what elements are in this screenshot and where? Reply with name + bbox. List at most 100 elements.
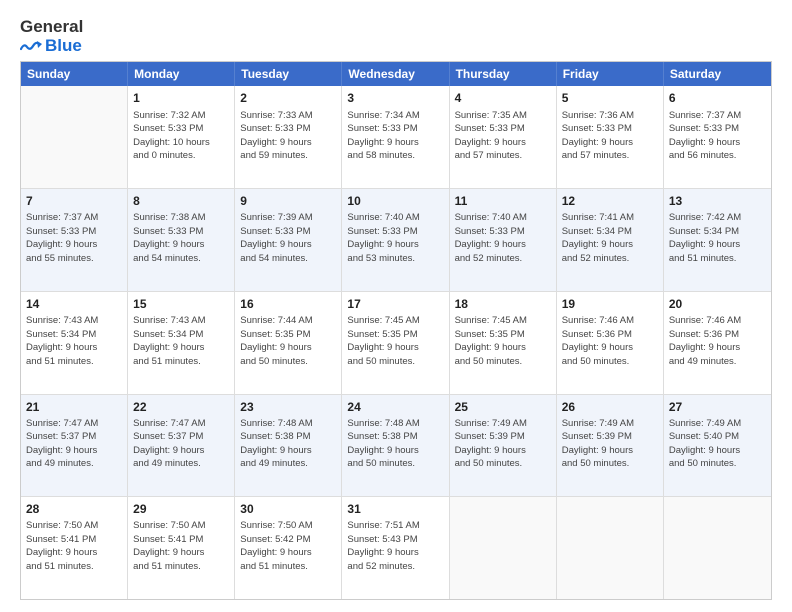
calendar-week-3: 14 Sunrise: 7:43 AM Sunset: 5:34 PM Dayli… [21,291,771,394]
day-info: Sunrise: 7:47 AM Sunset: 5:37 PM Dayligh… [133,418,205,470]
day-info: Sunrise: 7:32 AM Sunset: 5:33 PM Dayligh… [133,110,210,162]
calendar-day-21: 21Sunrise: 7:47 AM Sunset: 5:37 PM Dayli… [21,395,128,497]
calendar-day-16: 16 Sunrise: 7:44 AM Sunset: 5:35 PM Dayli… [235,292,342,394]
day-info: Sunrise: 7:36 AM Sunset: 5:33 PM Dayligh… [562,110,634,162]
day-info: Sunrise: 7:51 AM Sunset: 5:43 PM Dayligh… [347,520,419,572]
day-info: Sunrise: 7:46 AM Sunset: 5:36 PM Dayligh… [562,315,634,367]
day-number: 29 [133,501,229,517]
calendar-day-17: 17 Sunrise: 7:45 AM Sunset: 5:35 PM Dayli… [342,292,449,394]
calendar-day-23: 23Sunrise: 7:48 AM Sunset: 5:38 PM Dayli… [235,395,342,497]
calendar-day-2: 2 Sunrise: 7:33 AM Sunset: 5:33 PM Daylig… [235,86,342,188]
calendar-day-22: 22 Sunrise: 7:47 AM Sunset: 5:37 PM Dayli… [128,395,235,497]
header-day-sunday: Sunday [21,62,128,86]
calendar-empty-cell [450,497,557,599]
day-number: 1 [133,90,229,106]
day-info: Sunrise: 7:40 AM Sunset: 5:33 PM Dayligh… [455,212,527,264]
day-number: 21 [26,399,122,415]
day-number: 4 [455,90,551,106]
calendar-day-5: 5 Sunrise: 7:36 AM Sunset: 5:33 PM Daylig… [557,86,664,188]
day-number: 2 [240,90,336,106]
day-number: 19 [562,296,658,312]
day-number: 9 [240,193,336,209]
calendar-day-24: 24Sunrise: 7:48 AM Sunset: 5:38 PM Dayli… [342,395,449,497]
day-info: Sunrise: 7:33 AM Sunset: 5:33 PM Dayligh… [240,110,312,162]
day-info: Sunrise: 7:40 AM Sunset: 5:33 PM Dayligh… [347,212,419,264]
calendar-header: SundayMondayTuesdayWednesdayThursdayFrid… [21,62,771,86]
calendar-day-18: 18Sunrise: 7:45 AM Sunset: 5:35 PM Dayli… [450,292,557,394]
calendar-day-27: 27 Sunrise: 7:49 AM Sunset: 5:40 PM Dayli… [664,395,771,497]
calendar-day-29: 29 Sunrise: 7:50 AM Sunset: 5:41 PM Dayli… [128,497,235,599]
day-number: 14 [26,296,122,312]
header: General Blue [20,18,772,55]
day-number: 22 [133,399,229,415]
day-info: Sunrise: 7:50 AM Sunset: 5:42 PM Dayligh… [240,520,312,572]
calendar: SundayMondayTuesdayWednesdayThursdayFrid… [20,61,772,600]
calendar-day-14: 14 Sunrise: 7:43 AM Sunset: 5:34 PM Dayli… [21,292,128,394]
day-number: 20 [669,296,766,312]
day-info: Sunrise: 7:50 AM Sunset: 5:41 PM Dayligh… [26,520,98,572]
calendar-week-5: 28 Sunrise: 7:50 AM Sunset: 5:41 PM Dayli… [21,496,771,599]
header-day-thursday: Thursday [450,62,557,86]
day-number: 31 [347,501,443,517]
day-info: Sunrise: 7:45 AM Sunset: 5:35 PM Dayligh… [455,315,527,367]
calendar-day-19: 19 Sunrise: 7:46 AM Sunset: 5:36 PM Dayli… [557,292,664,394]
calendar-day-15: 15Sunrise: 7:43 AM Sunset: 5:34 PM Dayli… [128,292,235,394]
day-number: 28 [26,501,122,517]
calendar-week-2: 7Sunrise: 7:37 AM Sunset: 5:33 PM Daylig… [21,188,771,291]
day-info: Sunrise: 7:48 AM Sunset: 5:38 PM Dayligh… [347,418,419,470]
day-info: Sunrise: 7:50 AM Sunset: 5:41 PM Dayligh… [133,520,205,572]
header-day-tuesday: Tuesday [235,62,342,86]
calendar-day-6: 6 Sunrise: 7:37 AM Sunset: 5:33 PM Daylig… [664,86,771,188]
day-info: Sunrise: 7:35 AM Sunset: 5:33 PM Dayligh… [455,110,527,162]
day-number: 17 [347,296,443,312]
day-info: Sunrise: 7:34 AM Sunset: 5:33 PM Dayligh… [347,110,419,162]
day-number: 10 [347,193,443,209]
day-number: 5 [562,90,658,106]
calendar-day-10: 10 Sunrise: 7:40 AM Sunset: 5:33 PM Dayli… [342,189,449,291]
day-number: 3 [347,90,443,106]
day-number: 27 [669,399,766,415]
day-number: 16 [240,296,336,312]
day-info: Sunrise: 7:38 AM Sunset: 5:33 PM Dayligh… [133,212,205,264]
day-info: Sunrise: 7:45 AM Sunset: 5:35 PM Dayligh… [347,315,419,367]
calendar-day-3: 3 Sunrise: 7:34 AM Sunset: 5:33 PM Daylig… [342,86,449,188]
calendar-empty-cell [21,86,128,188]
logo: General Blue [20,18,83,55]
day-info: Sunrise: 7:44 AM Sunset: 5:35 PM Dayligh… [240,315,312,367]
day-info: Sunrise: 7:37 AM Sunset: 5:33 PM Dayligh… [669,110,741,162]
calendar-day-12: 12Sunrise: 7:41 AM Sunset: 5:34 PM Dayli… [557,189,664,291]
day-number: 15 [133,296,229,312]
calendar-day-26: 26Sunrise: 7:49 AM Sunset: 5:39 PM Dayli… [557,395,664,497]
page: General Blue SundayMondayTuesdayWednesda… [0,0,792,612]
day-number: 6 [669,90,766,106]
calendar-day-31: 31 Sunrise: 7:51 AM Sunset: 5:43 PM Dayli… [342,497,449,599]
calendar-day-13: 13 Sunrise: 7:42 AM Sunset: 5:34 PM Dayli… [664,189,771,291]
calendar-week-1: 1 Sunrise: 7:32 AM Sunset: 5:33 PM Daylig… [21,86,771,188]
logo-blue-text: Blue [45,37,82,56]
day-info: Sunrise: 7:42 AM Sunset: 5:34 PM Dayligh… [669,212,741,264]
day-number: 25 [455,399,551,415]
day-info: Sunrise: 7:43 AM Sunset: 5:34 PM Dayligh… [26,315,98,367]
calendar-day-20: 20 Sunrise: 7:46 AM Sunset: 5:36 PM Dayli… [664,292,771,394]
day-number: 26 [562,399,658,415]
calendar-empty-cell [664,497,771,599]
day-number: 11 [455,193,551,209]
calendar-day-11: 11 Sunrise: 7:40 AM Sunset: 5:33 PM Dayli… [450,189,557,291]
day-info: Sunrise: 7:39 AM Sunset: 5:33 PM Dayligh… [240,212,312,264]
calendar-day-9: 9 Sunrise: 7:39 AM Sunset: 5:33 PM Daylig… [235,189,342,291]
header-day-friday: Friday [557,62,664,86]
logo-general-text: General [20,18,83,37]
day-number: 8 [133,193,229,209]
calendar-day-7: 7Sunrise: 7:37 AM Sunset: 5:33 PM Daylig… [21,189,128,291]
calendar-day-4: 4 Sunrise: 7:35 AM Sunset: 5:33 PM Daylig… [450,86,557,188]
day-info: Sunrise: 7:46 AM Sunset: 5:36 PM Dayligh… [669,315,741,367]
day-info: Sunrise: 7:48 AM Sunset: 5:38 PM Dayligh… [240,418,312,470]
day-info: Sunrise: 7:49 AM Sunset: 5:39 PM Dayligh… [455,418,527,470]
day-info: Sunrise: 7:49 AM Sunset: 5:40 PM Dayligh… [669,418,741,470]
calendar-day-1: 1 Sunrise: 7:32 AM Sunset: 5:33 PM Daylig… [128,86,235,188]
calendar-empty-cell [557,497,664,599]
day-number: 13 [669,193,766,209]
calendar-week-4: 21 Sunrise: 7:47 AM Sunset: 5:37 PM Dayli… [21,394,771,497]
day-info: Sunrise: 7:41 AM Sunset: 5:34 PM Dayligh… [562,212,634,264]
calendar-day-25: 25 Sunrise: 7:49 AM Sunset: 5:39 PM Dayli… [450,395,557,497]
